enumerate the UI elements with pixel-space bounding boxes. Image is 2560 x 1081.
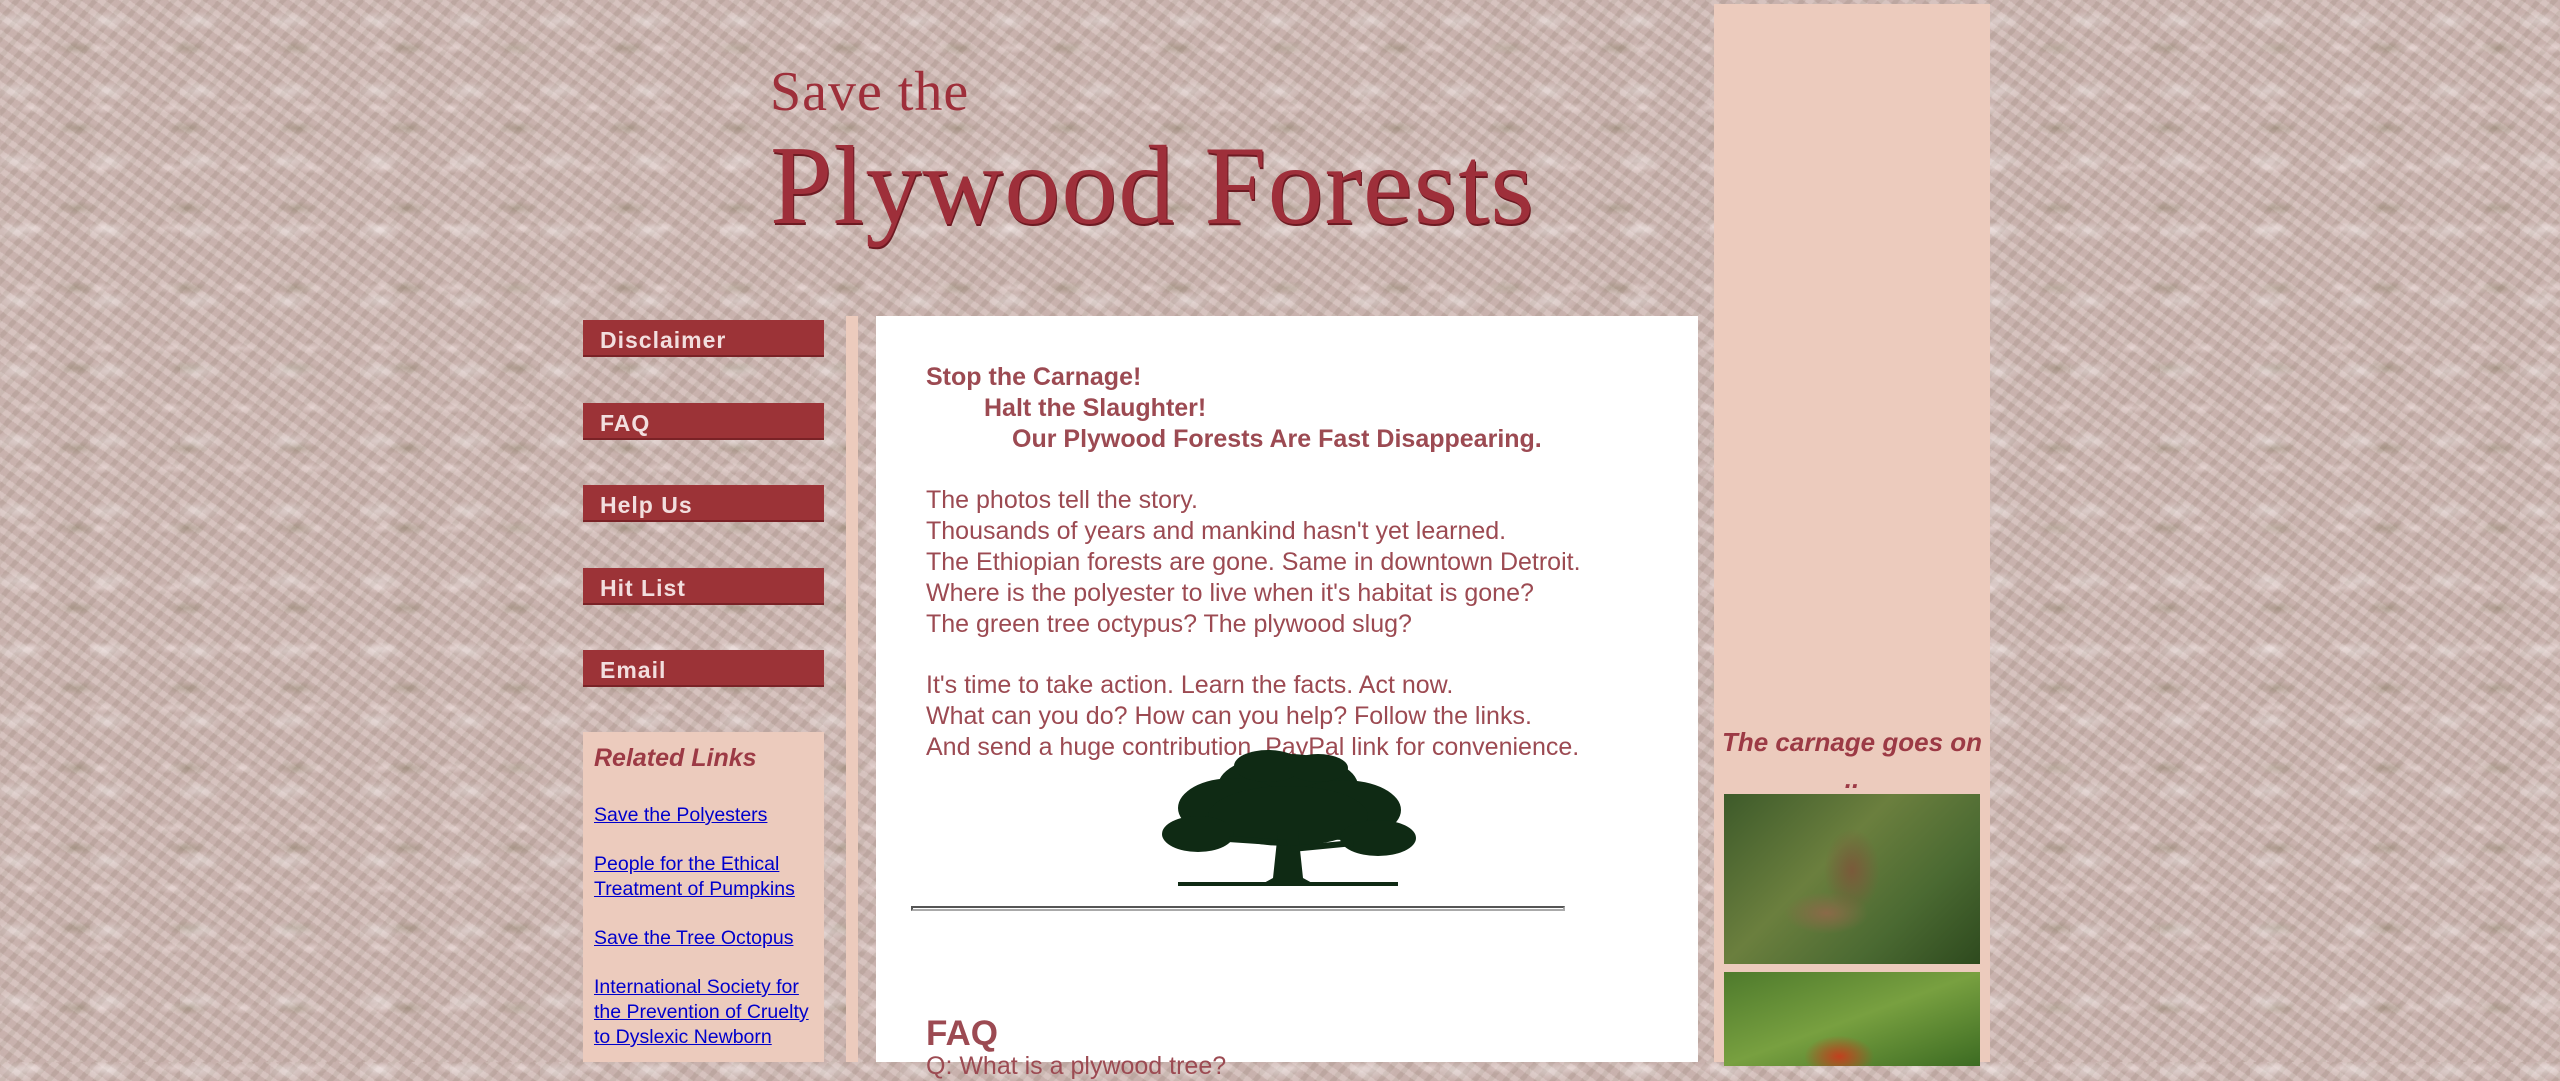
carnage-caption: The carnage goes on ..: [1721, 727, 1983, 794]
faq-heading: FAQ: [926, 1014, 998, 1053]
horizontal-rule: [911, 906, 1565, 911]
headline-line-1: Stop the Carnage!: [926, 363, 1142, 391]
related-link-pumpkins[interactable]: People for the Ethical Treatment of Pump…: [594, 852, 814, 902]
intro-line: Thousands of years and mankind hasn't ye…: [926, 517, 1507, 545]
related-link-tree-octopus[interactable]: Save the Tree Octopus: [594, 926, 814, 951]
logging-photo-2: [1724, 972, 1980, 1066]
nav-disclaimer-button[interactable]: Disclaimer: [583, 320, 824, 357]
nav-faq-button[interactable]: FAQ: [583, 403, 824, 440]
intro-paragraph: The photos tell the story. Thousands of …: [926, 485, 1666, 640]
headline-line-3: Our Plywood Forests Are Fast Disappearin…: [1012, 425, 1542, 453]
action-line: It's time to take action. Learn the fact…: [926, 671, 1454, 699]
faq-question: Q: What is a plywood tree?: [926, 1052, 1227, 1080]
nav-email-button[interactable]: Email: [583, 650, 824, 687]
related-link-polyesters[interactable]: Save the Polyesters: [594, 803, 814, 828]
main-content-panel: Stop the Carnage! Halt the Slaughter! Ou…: [876, 316, 1698, 1080]
logo-line-1: Save the: [770, 61, 970, 123]
logo-line-2: Plywood Forests: [770, 124, 1535, 248]
related-links-panel: Related Links Save the Polyesters People…: [583, 732, 824, 1062]
logging-photo-1: [1724, 794, 1980, 964]
intro-line: The Ethiopian forests are gone. Same in …: [926, 548, 1581, 576]
headline-line-2: Halt the Slaughter!: [984, 394, 1207, 422]
related-link-dyslexic-newborn[interactable]: International Society for the Prevention…: [594, 975, 814, 1050]
nav-hit-list-button[interactable]: Hit List: [583, 568, 824, 605]
nav-help-us-button[interactable]: Help Us: [583, 485, 824, 522]
column-divider: [846, 316, 858, 1062]
intro-line: The photos tell the story.: [926, 486, 1198, 514]
right-sidebar: The carnage goes on ..: [1714, 4, 1990, 1066]
headline-block: Stop the Carnage! Halt the Slaughter! Ou…: [926, 362, 1666, 455]
related-links-title: Related Links: [594, 744, 757, 772]
tree-icon: [1162, 750, 1416, 886]
intro-line: Where is the polyester to live when it's…: [926, 579, 1534, 607]
intro-line: The green tree octypus? The plywood slug…: [926, 610, 1412, 638]
action-line: What can you do? How can you help? Follo…: [926, 702, 1532, 730]
